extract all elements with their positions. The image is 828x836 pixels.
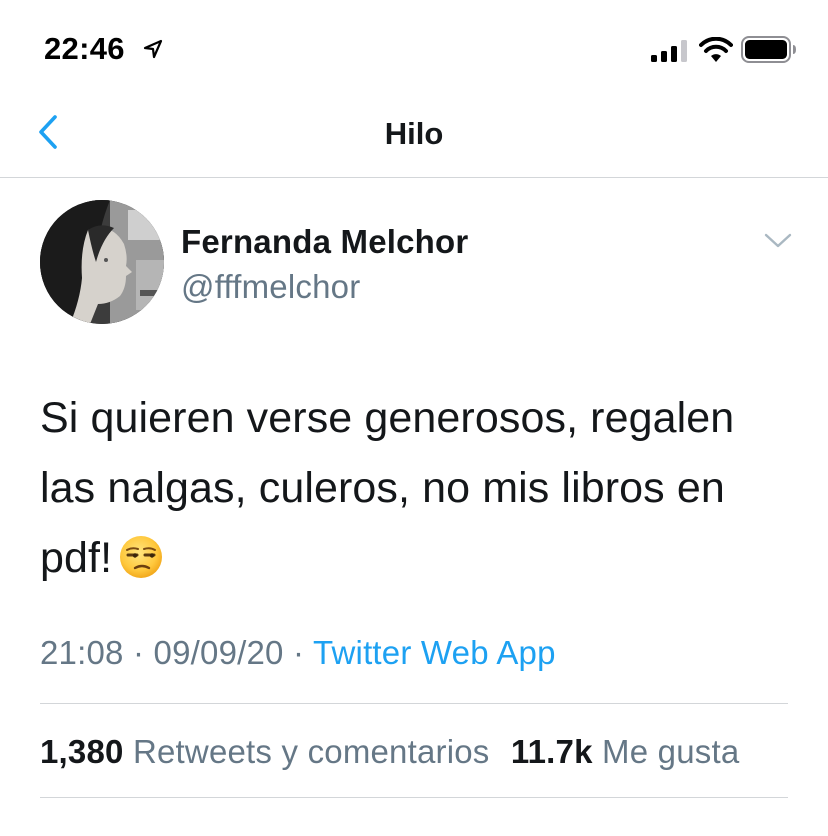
retweets-label: Retweets y comentarios [132, 733, 490, 770]
unamused-face-icon [120, 536, 163, 578]
likes-stat[interactable]: 11.7k Me gusta [511, 733, 739, 770]
tweet-time: 21:08 [40, 634, 124, 671]
page-title: Hilo [384, 116, 444, 151]
battery-icon [741, 36, 796, 63]
author-name[interactable]: Fernanda Melchor [181, 223, 468, 261]
author-handle[interactable]: @fffmelchor [181, 268, 360, 306]
tweet-source-link[interactable]: Twitter Web App [313, 634, 556, 671]
meta-separator: · [292, 634, 305, 671]
location-arrow-icon [143, 39, 163, 59]
more-options-button[interactable] [760, 226, 796, 256]
likes-count: 11.7k [510, 733, 593, 770]
retweets-count: 1,380 [40, 733, 124, 770]
status-time: 22:46 [44, 31, 125, 66]
retweets-stat[interactable]: 1,380 Retweets y comentarios [40, 733, 490, 770]
screen: 22:46 Hilo Fernanda Melchor @fffmelchor … [0, 0, 828, 836]
divider [40, 703, 788, 704]
status-bar: 22:46 [0, 0, 828, 96]
tweet-meta: 21:08 · 09/09/20 · Twitter Web App [40, 634, 556, 672]
nav-bar: Hilo [0, 96, 828, 178]
divider [40, 797, 788, 798]
avatar-photo [40, 200, 164, 324]
wifi-icon [699, 37, 733, 62]
tweet-stats: 1,380 Retweets y comentarios 11.7k Me gu… [40, 733, 739, 771]
meta-separator: · [132, 634, 145, 671]
chevron-down-icon [764, 233, 792, 248]
likes-label: Me gusta [602, 733, 740, 770]
cellular-signal-icon [651, 40, 687, 62]
avatar[interactable] [40, 200, 164, 324]
tweet-text: Si quieren verse generosos, regalen las … [40, 383, 800, 593]
tweet-date: 09/09/20 [153, 634, 284, 671]
